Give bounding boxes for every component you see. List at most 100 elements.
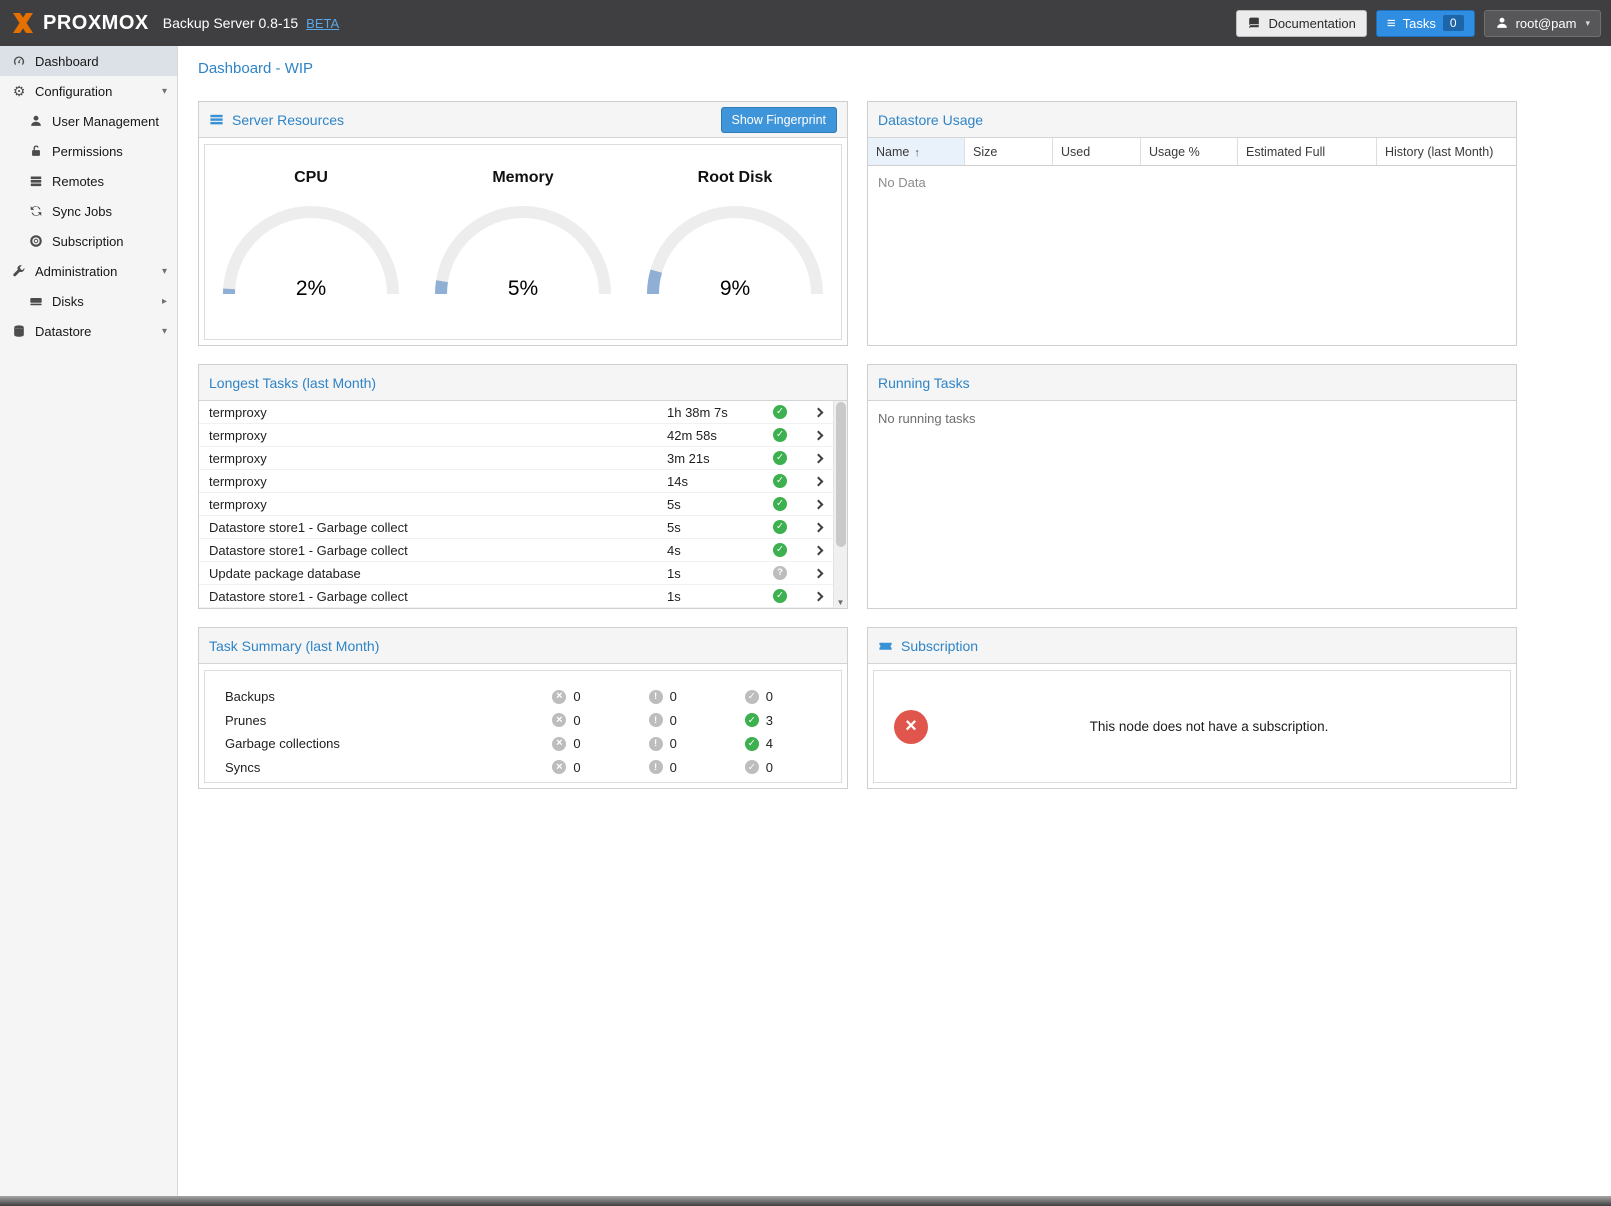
error-count[interactable]: 0 — [573, 689, 580, 704]
page-title: Dashboard - WIP — [198, 60, 1611, 77]
task-open-chevron-icon[interactable] — [805, 593, 831, 600]
sidebar: Dashboard ⚙ Configuration ▾ User Managem… — [0, 46, 178, 1196]
task-name: Datastore store1 - Garbage collect — [209, 520, 667, 535]
datastore-usage-panel: Datastore Usage Name Size Used Usage % E… — [867, 101, 1517, 346]
task-open-chevron-icon[interactable] — [805, 432, 831, 439]
task-row[interactable]: Update package database 1s — [199, 562, 833, 585]
column-label: History (last Month) — [1385, 145, 1493, 159]
sidebar-item-remotes[interactable]: Remotes — [0, 166, 177, 196]
tasks-count-badge: 0 — [1443, 15, 1464, 31]
longest-tasks-list: termproxy 1h 38m 7s termproxy 42m 58s — [199, 401, 833, 608]
no-subscription-icon: × — [894, 710, 928, 744]
warning-count[interactable]: 0 — [670, 736, 677, 751]
task-open-chevron-icon[interactable] — [805, 455, 831, 462]
panel-title: Server Resources — [232, 112, 344, 128]
vertical-scrollbar[interactable]: ▼ — [833, 401, 847, 608]
task-row[interactable]: termproxy 3m 21s — [199, 447, 833, 470]
column-label: Size — [973, 145, 997, 159]
main-content: Dashboard - WIP Server Resources Show Fi… — [178, 46, 1611, 1196]
ok-count[interactable]: 4 — [766, 736, 773, 751]
running-tasks-panel: Running Tasks No running tasks — [867, 364, 1517, 609]
error-count-icon — [552, 713, 566, 727]
task-summary-panel: Task Summary (last Month) Backups 0 0 0 … — [198, 627, 848, 789]
task-open-chevron-icon[interactable] — [805, 501, 831, 508]
task-duration: 5s — [667, 497, 773, 512]
gauge-root-disk: Root Disk 9% — [635, 169, 835, 301]
sidebar-item-configuration[interactable]: ⚙ Configuration ▾ — [0, 76, 177, 106]
sidebar-item-subscription[interactable]: Subscription — [0, 226, 177, 256]
task-open-chevron-icon[interactable] — [805, 409, 831, 416]
proxmox-logo[interactable]: PROXMOX — [10, 10, 149, 36]
task-open-chevron-icon[interactable] — [805, 547, 831, 554]
column-header-history[interactable]: History (last Month) — [1377, 138, 1516, 165]
ok-count[interactable]: 0 — [766, 689, 773, 704]
warning-count-icon — [649, 690, 663, 704]
sidebar-item-sync-jobs[interactable]: Sync Jobs — [0, 196, 177, 226]
error-count-icon — [552, 690, 566, 704]
task-list-icon: ≡ — [1387, 16, 1396, 31]
task-row[interactable]: Datastore store1 - Garbage collect 1s — [199, 585, 833, 608]
task-status-ok-icon — [773, 451, 787, 465]
column-label: Used — [1061, 145, 1090, 159]
caret-down-icon[interactable]: ▾ — [162, 266, 167, 277]
documentation-button[interactable]: Documentation — [1236, 10, 1366, 37]
tasks-button[interactable]: ≡ Tasks 0 — [1376, 10, 1475, 37]
gauge-label: CPU — [211, 169, 411, 187]
book-icon — [1247, 16, 1261, 30]
task-status-ok-icon — [773, 543, 787, 557]
column-label: Usage % — [1149, 145, 1200, 159]
task-row[interactable]: termproxy 5s — [199, 493, 833, 516]
scrollbar-thumb[interactable] — [836, 402, 846, 547]
task-name: termproxy — [209, 497, 667, 512]
task-row[interactable]: Datastore store1 - Garbage collect 4s — [199, 539, 833, 562]
sidebar-item-datastore[interactable]: Datastore ▾ — [0, 316, 177, 346]
subscription-header: Subscription — [868, 628, 1516, 664]
task-status-ok-icon — [773, 520, 787, 534]
warning-count[interactable]: 0 — [670, 689, 677, 704]
sidebar-item-user-management[interactable]: User Management — [0, 106, 177, 136]
gauge-label: Root Disk — [635, 169, 835, 187]
sidebar-item-disks[interactable]: Disks ▸ — [0, 286, 177, 316]
error-count[interactable]: 0 — [573, 736, 580, 751]
task-open-chevron-icon[interactable] — [805, 478, 831, 485]
column-header-name[interactable]: Name — [868, 138, 965, 165]
scrollbar-down-arrow-icon[interactable]: ▼ — [834, 598, 847, 607]
show-fingerprint-button[interactable]: Show Fingerprint — [721, 107, 838, 133]
column-header-usage-percent[interactable]: Usage % — [1141, 138, 1238, 165]
warning-count[interactable]: 0 — [670, 760, 677, 775]
task-status-ok-icon — [773, 428, 787, 442]
column-header-estimated-full[interactable]: Estimated Full — [1238, 138, 1377, 165]
task-row[interactable]: termproxy 14s — [199, 470, 833, 493]
column-header-used[interactable]: Used — [1053, 138, 1141, 165]
tachometer-icon — [12, 54, 26, 68]
ok-count[interactable]: 0 — [766, 760, 773, 775]
beta-link[interactable]: BETA — [306, 16, 339, 31]
caret-down-icon[interactable]: ▾ — [162, 86, 167, 97]
task-row[interactable]: termproxy 1h 38m 7s — [199, 401, 833, 424]
warning-count[interactable]: 0 — [670, 713, 677, 728]
task-name: Update package database — [209, 566, 667, 581]
panel-title: Datastore Usage — [878, 112, 983, 128]
caret-right-icon[interactable]: ▸ — [162, 296, 167, 307]
caret-down-icon[interactable]: ▾ — [162, 326, 167, 337]
sort-ascending-icon — [914, 145, 920, 159]
datastore-usage-body: Name Size Used Usage % Estimated Full Hi… — [868, 138, 1516, 345]
sidebar-item-dashboard[interactable]: Dashboard — [0, 46, 177, 76]
column-header-size[interactable]: Size — [965, 138, 1053, 165]
task-status-unknown-icon — [773, 566, 787, 580]
error-count[interactable]: 0 — [573, 760, 580, 775]
summary-row-syncs: Syncs 0 0 0 — [225, 756, 841, 780]
column-label: Name — [876, 145, 909, 159]
subscription-panel: Subscription × This node does not have a… — [867, 627, 1517, 789]
error-count[interactable]: 0 — [573, 713, 580, 728]
task-row[interactable]: Datastore store1 - Garbage collect 5s — [199, 516, 833, 539]
gauge-value: 5% — [423, 277, 623, 301]
task-open-chevron-icon[interactable] — [805, 524, 831, 531]
task-open-chevron-icon[interactable] — [805, 570, 831, 577]
sidebar-item-permissions[interactable]: Permissions — [0, 136, 177, 166]
ok-count[interactable]: 3 — [766, 713, 773, 728]
datastore-table-header: Name Size Used Usage % Estimated Full Hi… — [868, 138, 1516, 166]
sidebar-item-administration[interactable]: Administration ▾ — [0, 256, 177, 286]
task-row[interactable]: termproxy 42m 58s — [199, 424, 833, 447]
user-menu-button[interactable]: root@pam ▾ — [1484, 10, 1601, 37]
